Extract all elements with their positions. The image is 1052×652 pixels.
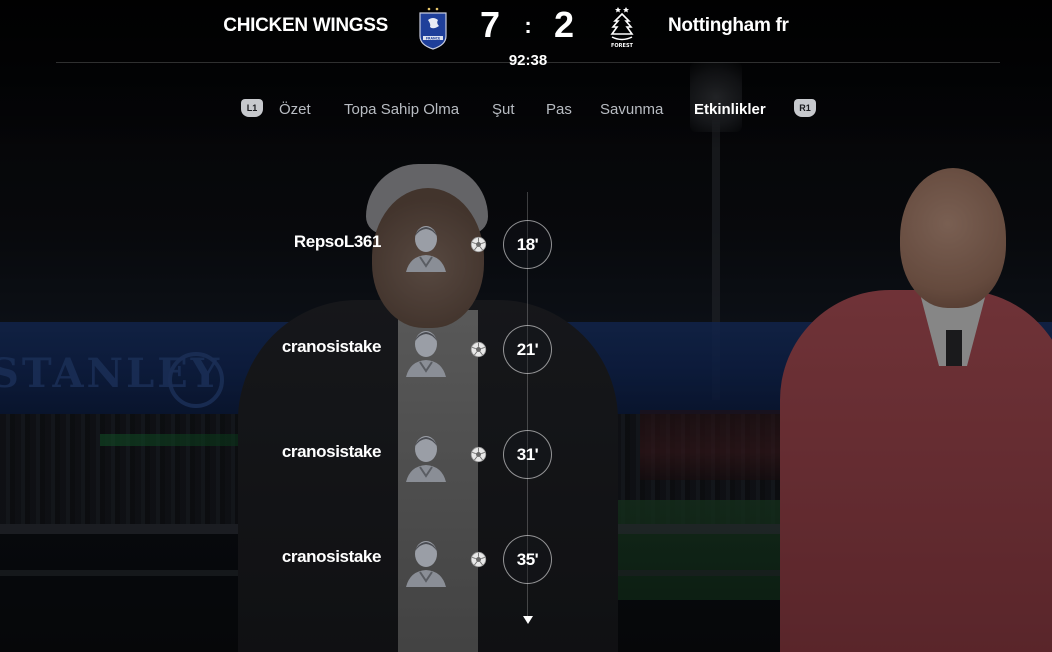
tab-possession[interactable]: Topa Sahip Olma	[344, 101, 459, 118]
event-row[interactable]: cranosistake 35'	[0, 535, 1052, 587]
away-score: 2	[553, 4, 575, 45]
player-name: RepsoL361	[293, 232, 382, 251]
player-name: cranosistake	[281, 442, 382, 461]
l1-button-icon[interactable]: L1	[241, 99, 263, 117]
event-row[interactable]: cranosistake 21'	[0, 325, 1052, 377]
ball-icon	[470, 341, 487, 358]
stats-tab-bar: L1 Özet Topa Sahip Olma Şut Pas Savunma …	[0, 98, 1052, 126]
event-minute-badge: 21'	[503, 325, 552, 374]
ball-icon	[470, 551, 487, 568]
score-separator: :	[524, 13, 532, 38]
event-row[interactable]: cranosistake 31'	[0, 430, 1052, 482]
event-minute-badge: 31'	[503, 430, 552, 479]
tab-defense[interactable]: Savunma	[600, 101, 663, 118]
scroll-down-arrow-icon[interactable]	[522, 615, 534, 625]
france-crest-icon: FRANCE	[419, 7, 447, 50]
r1-button-icon[interactable]: R1	[794, 99, 816, 117]
player-avatar-icon	[406, 226, 446, 272]
event-row[interactable]: RepsoL361 18'	[0, 220, 1052, 272]
tab-shots[interactable]: Şut	[492, 101, 515, 118]
event-minute-badge: 35'	[503, 535, 552, 584]
scoreboard: CHICKEN WINGSS FRANCE 7 : 2 FOREST Notti…	[0, 0, 1052, 69]
nottingham-forest-crest-icon: FOREST	[610, 7, 634, 49]
tab-passes[interactable]: Pas	[546, 101, 572, 118]
svg-text:FOREST: FOREST	[611, 43, 634, 49]
ball-icon	[470, 446, 487, 463]
home-score: 7	[479, 4, 501, 45]
match-clock: 92:38	[508, 52, 548, 69]
header-divider	[56, 62, 1000, 63]
svg-text:FRANCE: FRANCE	[426, 36, 440, 40]
tab-events[interactable]: Etkinlikler	[694, 101, 766, 118]
player-name: cranosistake	[281, 547, 382, 566]
player-name: cranosistake	[281, 337, 382, 356]
away-team-name: Nottingham fr	[668, 15, 789, 36]
tab-ozet[interactable]: Özet	[279, 101, 311, 118]
player-avatar-icon	[406, 541, 446, 587]
event-minute-badge: 18'	[503, 220, 552, 269]
ball-icon	[470, 236, 487, 253]
player-avatar-icon	[406, 436, 446, 482]
player-avatar-icon	[406, 331, 446, 377]
home-team-name: CHICKEN WINGSS	[223, 15, 388, 36]
